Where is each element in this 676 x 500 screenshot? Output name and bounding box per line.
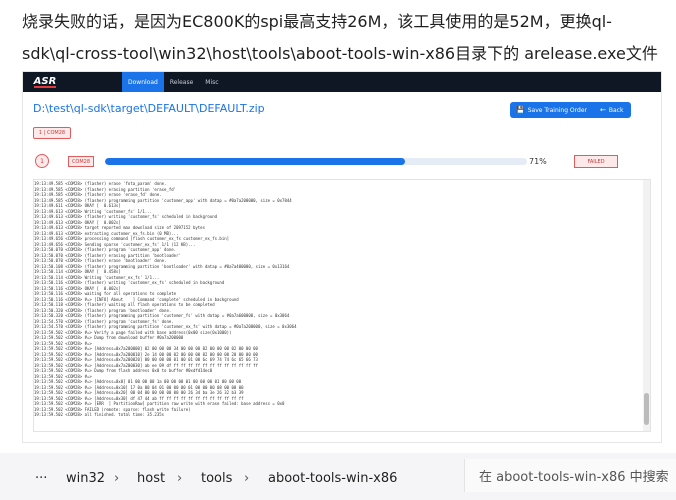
intro-line-1: 烧录失败的话，是因为EC800K的spi最高支持26M，该工具使用的是52M，更… (22, 12, 612, 31)
tab-download[interactable]: Download (122, 72, 164, 92)
log-line: 19:13:59.502 <COM28> all finished. total… (34, 412, 165, 417)
breadcrumb-host[interactable]: host (137, 471, 165, 486)
status-badge: FAILED (574, 155, 618, 168)
progress-percent: 71% (529, 157, 547, 166)
progress-fill (105, 158, 405, 165)
breadcrumb-aboot-tools-win-x86[interactable]: aboot-tools-win-x86 (268, 471, 397, 486)
intro-text: 烧录失败的话，是因为EC800K的spi最高支持26M，该工具使用的是52M，更… (22, 6, 662, 70)
flash-tool-window: ASR Download Release Misc D:\test\ql-sdk… (22, 71, 662, 443)
file-explorer-address-bar: ··· win32 › host › tools › aboot-tools-w… (0, 453, 676, 500)
arrow-left-icon: ← (600, 106, 606, 114)
tab-release[interactable]: Release (164, 72, 199, 92)
chevron-right-icon: › (177, 471, 183, 486)
chevron-right-icon: › (244, 471, 250, 486)
breadcrumb-win32[interactable]: win32 (66, 471, 105, 486)
log-output: 19:13:49.585 <COM28> (flasher) erase 'fo… (34, 181, 644, 431)
port-chip[interactable]: 1 | COM28 (33, 127, 71, 139)
device-progress-row: 1 COM28 71% FAILED (23, 154, 661, 170)
search-input[interactable] (477, 466, 671, 488)
progress-track (105, 158, 527, 165)
tab-misc[interactable]: Misc (199, 72, 224, 92)
back-button[interactable]: ← Back (594, 102, 631, 118)
chevron-right-icon: › (114, 471, 120, 486)
breadcrumb-tools[interactable]: tools (201, 471, 232, 486)
save-icon: 💾 (516, 106, 525, 114)
device-port-badge: COM28 (68, 156, 94, 167)
asr-logo-text: ASR (33, 75, 57, 88)
save-training-order-label: Save Training Order (527, 106, 587, 114)
device-index-badge: 1 (35, 154, 49, 168)
more-locations-button[interactable]: ··· (35, 471, 47, 486)
asr-logo: ASR (33, 72, 57, 92)
log-console[interactable]: 19:13:49.585 <COM28> (flasher) erase 'fo… (33, 179, 651, 432)
firmware-path[interactable]: D:\test\ql-sdk\target\DEFAULT\DEFAULT.zi… (33, 102, 265, 115)
top-navbar: ASR Download Release Misc (23, 72, 661, 92)
search-box (464, 459, 676, 492)
back-label: Back (608, 106, 624, 114)
intro-line-2: sdk\ql-cross-tool\win32\host\tools\aboot… (22, 44, 658, 63)
log-scrollbar[interactable] (643, 180, 650, 431)
path-bar: D:\test\ql-sdk\target\DEFAULT\DEFAULT.zi… (23, 92, 661, 120)
log-scrollbar-thumb[interactable] (644, 393, 649, 425)
